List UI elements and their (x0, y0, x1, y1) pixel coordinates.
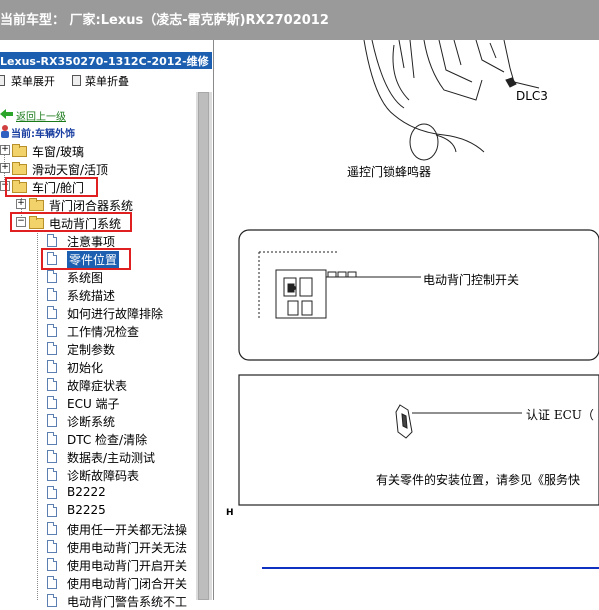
nav-pane-header: Lexus-RX350270-1312C-2012-维修 (0, 52, 212, 69)
tree-item-label[interactable]: B2222 (67, 485, 106, 499)
tree-item-label[interactable]: 使用电动背门闭合开关 (67, 575, 187, 592)
tree-doc-item[interactable]: 使用任一开关都无法操 (0, 519, 196, 537)
document-icon (47, 558, 57, 571)
menu-collapse-icon[interactable] (72, 75, 81, 86)
tree-item-label[interactable]: 电动背门警告系统不工 (67, 593, 187, 610)
menu-expand-icon[interactable] (0, 75, 5, 86)
tree-item-label[interactable]: 如何进行故障排除 (67, 305, 163, 322)
tree-doc-item[interactable]: 定制参数 (0, 339, 196, 357)
installation-note: 有关零件的安装位置，请参见《服务快 (376, 473, 581, 487)
tree-item-label[interactable]: 车窗/玻璃 (32, 143, 84, 160)
tree-item-label[interactable]: 滑动天窗/活顶 (32, 161, 108, 178)
tree-item-label[interactable]: 故障症状表 (67, 377, 127, 394)
tree-doc-item[interactable]: 工作情况检查 (0, 321, 196, 339)
folder-icon (12, 162, 27, 175)
dlc3-label: DLC3 (516, 89, 548, 103)
highlight-box-parts-location (41, 248, 131, 270)
tree-item-label[interactable]: ECU 端子 (67, 395, 120, 412)
tree-doc-item[interactable]: 故障症状表 (0, 375, 196, 393)
document-icon (47, 504, 57, 517)
back-link[interactable]: 返回上一级 (16, 108, 66, 123)
tree-item-label[interactable]: B2225 (67, 503, 106, 517)
tree-item-label[interactable]: 使用电动背门开关无法 (67, 539, 187, 556)
tree-doc-item[interactable]: ECU 端子 (0, 393, 196, 411)
document-icon (47, 414, 57, 427)
document-icon (47, 234, 57, 247)
tree-item-label[interactable]: 工作情况检查 (67, 323, 139, 340)
tree-doc-item[interactable]: 系统描述 (0, 285, 196, 303)
tree-item-label[interactable]: 使用电动背门开启开关 (67, 557, 187, 574)
tree-doc-item[interactable]: 初始化 (0, 357, 196, 375)
back-link-row[interactable]: 返回上一级 (0, 106, 196, 124)
tree-doc-item[interactable]: B2225 (0, 501, 196, 519)
folder-icon (29, 198, 44, 211)
highlight-box-doors (5, 177, 98, 197)
document-icon (47, 288, 57, 301)
folder-icon (12, 144, 27, 157)
power-backdoor-switch-label: 电动背门控制开关 (423, 273, 520, 287)
document-icon (47, 522, 57, 535)
content-pane: DLC3 遥控门锁蜂鸣器 电动背门控制开关 认证 ECU（ 有关零件的安装位置，… (214, 40, 599, 600)
tree-doc-item[interactable]: 数据表/主动测试 (0, 447, 196, 465)
tree-doc-item[interactable]: 使用电动背门开关无法 (0, 537, 196, 555)
tree-doc-item[interactable]: 诊断系统 (0, 411, 196, 429)
ecu-label: 认证 ECU（ (526, 408, 594, 422)
expand-node-icon[interactable]: + (0, 163, 10, 173)
buzzer-label: 遥控门锁蜂鸣器 (347, 165, 432, 179)
tree-item-label[interactable]: 初始化 (67, 359, 103, 376)
document-icon (47, 324, 57, 337)
tree-item-label[interactable]: 诊断故障码表 (67, 467, 139, 484)
person-icon (1, 125, 9, 138)
document-icon (47, 594, 57, 607)
tree-folder-item[interactable]: + 背门闭合器系统 (0, 195, 196, 213)
corner-letter: H (226, 508, 234, 518)
tree-doc-item[interactable]: 使用电动背门开启开关 (0, 555, 196, 573)
window-title-bar: 当前车型： 厂家:Lexus（凌志-雷克萨斯)RX2702012 (0, 0, 599, 40)
document-icon (47, 360, 57, 373)
nav-pane-title: Lexus-RX350270-1312C-2012-维修 (0, 55, 209, 68)
document-icon (47, 432, 57, 445)
parts-location-diagram (238, 40, 599, 569)
current-location-label: 当前:车辆外饰 (11, 129, 75, 140)
tree-item-label[interactable]: 定制参数 (67, 341, 115, 358)
expand-node-icon[interactable]: + (0, 145, 10, 155)
nav-scrollbar-thumb[interactable] (198, 92, 209, 600)
tree-item-label[interactable]: 系统图 (67, 269, 103, 286)
document-icon (47, 396, 57, 409)
document-icon (47, 342, 57, 355)
tree-doc-item[interactable]: 使用电动背门闭合开关 (0, 573, 196, 591)
menu-collapse-button[interactable]: 菜单折叠 (85, 73, 129, 89)
tree-doc-item[interactable]: 诊断故障码表 (0, 465, 196, 483)
tree-doc-item[interactable]: DTC 检查/清除 (0, 429, 196, 447)
expand-node-icon[interactable]: + (16, 199, 26, 209)
nav-scrollbar[interactable] (196, 92, 212, 600)
tree-folder-item[interactable]: + 滑动天窗/活顶 (0, 159, 196, 177)
tree-item-label[interactable]: 诊断系统 (67, 413, 115, 430)
tree-doc-item[interactable]: 电动背门警告系统不工 (0, 591, 196, 609)
tree-doc-item[interactable]: 注意事项 (0, 231, 196, 249)
document-icon (47, 306, 57, 319)
highlight-box-power-backdoor (10, 212, 132, 232)
tree-item-label[interactable]: 系统描述 (67, 287, 115, 304)
window-title: 当前车型： 厂家:Lexus（凌志-雷克萨斯)RX2702012 (0, 13, 329, 28)
document-icon (47, 270, 57, 283)
nav-toolbar: 菜单展开 菜单折叠 (0, 72, 196, 90)
document-icon (47, 576, 57, 589)
tree-item-label[interactable]: DTC 检查/清除 (67, 431, 147, 448)
document-icon (47, 540, 57, 553)
tree-item-label[interactable]: 数据表/主动测试 (67, 449, 155, 466)
document-icon (47, 486, 57, 499)
tree-doc-item[interactable]: 如何进行故障排除 (0, 303, 196, 321)
tree-item-label[interactable]: 使用任一开关都无法操 (67, 521, 187, 538)
current-location-row: 当前:车辆外饰 (0, 123, 196, 141)
document-icon (47, 450, 57, 463)
green-back-arrow-icon[interactable] (0, 109, 14, 119)
document-icon (47, 378, 57, 391)
tree-doc-item[interactable]: B2222 (0, 483, 196, 501)
document-icon (47, 468, 57, 481)
tree-folder-item[interactable]: + 车窗/玻璃 (0, 141, 196, 159)
menu-expand-button[interactable]: 菜单展开 (11, 73, 55, 89)
